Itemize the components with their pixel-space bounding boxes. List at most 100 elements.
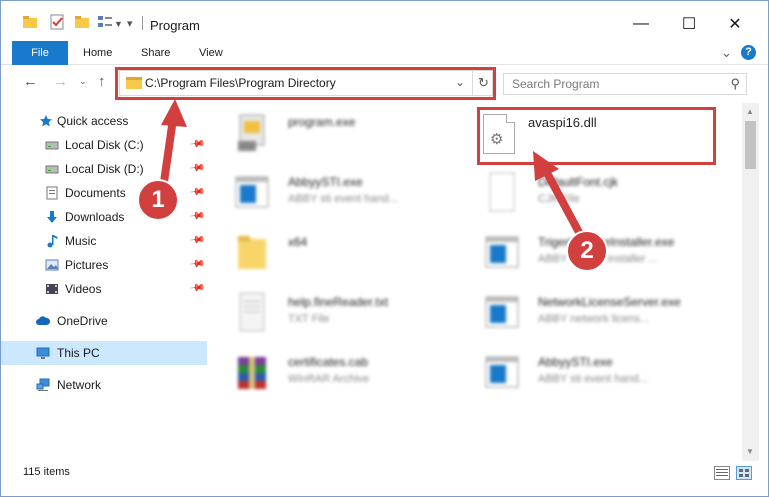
file-item[interactable]: DefaultFont.cjk CJK File	[466, 167, 721, 223]
new-folder-icon[interactable]	[74, 14, 90, 30]
drive-icon	[45, 165, 59, 174]
sidebar-item-network[interactable]: Network	[1, 373, 207, 397]
forward-arrow-icon[interactable]: →	[53, 73, 68, 90]
window-title: Program	[150, 18, 200, 33]
sidebar-item-label: Network	[57, 378, 102, 392]
chevron-down-icon[interactable]: ▼	[114, 19, 123, 29]
folder-icon[interactable]	[22, 14, 38, 30]
maximize-button[interactable]: ☐	[666, 9, 712, 39]
search-icon[interactable]: ⚲	[730, 76, 740, 92]
scroll-up-icon[interactable]: ▲	[746, 107, 754, 116]
scroll-thumb[interactable]	[745, 121, 756, 169]
pin-icon[interactable]: 📌	[189, 208, 206, 224]
expand-ribbon-icon[interactable]: ⌄	[721, 45, 732, 61]
pin-icon[interactable]: 📌	[189, 184, 206, 200]
sidebar-item-label: Documents	[65, 186, 126, 200]
sidebar-item-music[interactable]: Music 📌	[1, 229, 207, 253]
close-button[interactable]: ✕	[712, 9, 758, 39]
pin-icon[interactable]: 📌	[189, 280, 206, 296]
file-description: WinRAR Archive	[288, 373, 370, 385]
text-file-icon	[239, 292, 265, 332]
application-icon	[485, 236, 519, 268]
download-icon	[47, 211, 57, 223]
dll-file-highlight	[477, 107, 716, 165]
sidebar-item-pictures[interactable]: Pictures 📌	[1, 253, 207, 277]
vertical-scrollbar[interactable]: ▲ ▼	[742, 103, 759, 461]
search-input[interactable]: Search Program ⚲	[503, 73, 747, 95]
application-icon	[235, 176, 269, 208]
step-2-badge: 2	[566, 230, 608, 272]
help-button[interactable]: ?	[741, 45, 756, 60]
minimize-button[interactable]: —	[618, 9, 664, 39]
file-description: CJK File	[538, 193, 580, 205]
sidebar-item-label: Local Disk (D:)	[65, 162, 144, 176]
sidebar-item-label: Quick access	[57, 114, 129, 128]
properties-icon[interactable]	[49, 14, 65, 30]
ribbon-tabs: File Home Share View ⌄ ?	[1, 41, 768, 65]
file-icon	[489, 172, 515, 212]
status-bar: 115 items	[1, 461, 768, 485]
star-icon	[40, 115, 52, 127]
large-icons-view-icon[interactable]	[736, 466, 752, 480]
sidebar-item-label: Local Disk (C:)	[65, 138, 144, 152]
sidebar-item-label: OneDrive	[57, 314, 108, 328]
explorer-window: ▼ ▾ Program — ☐ ✕ File Home Share View ⌄…	[0, 0, 769, 497]
file-item[interactable]: help.fineReader.txt TXT File	[216, 287, 471, 343]
sidebar-item-this-pc[interactable]: This PC	[1, 341, 207, 365]
back-arrow-icon[interactable]: ←	[23, 73, 38, 90]
tab-file[interactable]: File	[12, 41, 68, 65]
step-1-badge: 1	[137, 179, 179, 221]
file-description: ABBY sti event hand...	[288, 193, 398, 205]
file-name: DefaultFont.cjk	[538, 175, 619, 189]
file-description: ABBY sti event hand...	[538, 373, 648, 385]
sidebar-item-quick-access[interactable]: Quick access	[1, 109, 207, 133]
search-placeholder: Search Program	[512, 77, 600, 91]
pictures-icon	[45, 259, 59, 271]
sidebar-item-onedrive[interactable]: OneDrive	[1, 309, 207, 333]
file-name: help.fineReader.txt	[288, 295, 389, 309]
up-arrow-icon[interactable]: ↑	[98, 73, 106, 90]
sidebar-item-videos[interactable]: Videos 📌	[1, 277, 207, 301]
file-item[interactable]: AbbyySTI.exe ABBY sti event hand...	[216, 167, 471, 223]
file-item[interactable]: AbbyySTI.exe ABBY sti event hand...	[466, 347, 721, 403]
recent-locations-icon[interactable]: ⌄	[79, 76, 87, 87]
file-name: program.exe	[288, 115, 356, 129]
address-bar-highlight	[115, 67, 496, 100]
sidebar-item-label: Pictures	[65, 258, 109, 272]
file-name: NetworkLicenseServer.exe	[538, 295, 681, 309]
file-name: certificates.cab	[288, 355, 369, 369]
details-view-icon[interactable]	[714, 466, 730, 480]
videos-icon	[46, 284, 58, 294]
file-item[interactable]: NetworkLicenseServer.exe ABBY network li…	[466, 287, 721, 343]
pin-icon[interactable]: 📌	[189, 232, 206, 248]
tab-share[interactable]: Share	[129, 41, 182, 65]
file-item[interactable]: x64	[216, 227, 471, 283]
sidebar-item-local-disk-c[interactable]: Local Disk (C:) 📌	[1, 133, 207, 157]
documents-icon	[46, 186, 58, 200]
sidebar-item-label: Videos	[65, 282, 102, 296]
file-name: x64	[288, 235, 308, 249]
pin-icon[interactable]: 📌	[189, 160, 206, 176]
drive-icon	[45, 141, 59, 150]
sidebar-item-local-disk-d[interactable]: Local Disk (D:) 📌	[1, 157, 207, 181]
application-icon	[485, 356, 519, 388]
sidebar-item-label: Music	[65, 234, 97, 248]
pin-icon[interactable]: 📌	[189, 256, 206, 272]
sidebar-item-label: This PC	[57, 346, 100, 360]
title-separator	[142, 16, 143, 30]
network-icon	[36, 378, 50, 391]
file-item[interactable]: certificates.cab WinRAR Archive	[216, 347, 471, 403]
view-menu-icon[interactable]	[97, 14, 113, 30]
music-icon	[47, 235, 58, 248]
tab-home[interactable]: Home	[71, 41, 124, 65]
title-bar: ▼ ▾ Program — ☐ ✕	[1, 1, 768, 41]
file-name: AbbyySTI.exe	[538, 355, 613, 369]
scroll-down-icon[interactable]: ▼	[746, 447, 754, 456]
customize-toolbar-icon[interactable]: ▾	[127, 17, 133, 30]
tab-view[interactable]: View	[187, 41, 235, 65]
sidebar-item-label: Downloads	[65, 210, 125, 224]
archive-icon	[238, 357, 266, 389]
file-description: TXT File	[288, 313, 330, 325]
pin-icon[interactable]: 📌	[189, 136, 206, 152]
file-item[interactable]: program.exe	[216, 107, 471, 163]
